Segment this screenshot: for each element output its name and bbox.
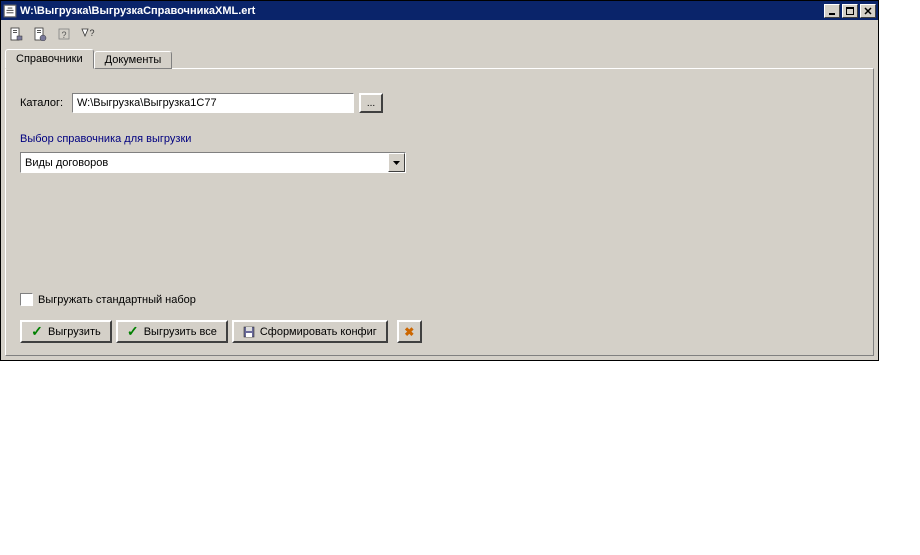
form-config-button-label: Сформировать конфиг [260,326,377,338]
tab-panel: Каталог: ... Выбор справочника для выгру… [5,68,874,356]
chevron-down-icon [393,161,400,165]
browse-button[interactable]: ... [359,93,383,113]
catalog-row: Каталог: ... [20,93,859,113]
export-all-button[interactable]: ✓ Выгрузить все [116,320,228,343]
titlebar: W:\Выгрузка\ВыгрузкаСправочникаXML.ert [1,1,878,20]
export-button[interactable]: ✓ Выгрузить [20,320,112,343]
toolbar: ? ? [1,20,878,48]
window-title: W:\Выгрузка\ВыгрузкаСправочникаXML.ert [20,5,822,17]
minimize-button[interactable] [824,4,840,18]
catalog-label: Каталог: [20,97,72,109]
standard-set-checkbox[interactable] [20,293,33,306]
form-config-button[interactable]: Сформировать конфиг [232,320,388,343]
app-window: W:\Выгрузка\ВыгрузкаСправочникаXML.ert ?… [0,0,879,361]
form-alt-icon[interactable] [31,25,49,43]
export-button-label: Выгрузить [48,326,101,338]
svg-text:?: ? [61,30,66,40]
close-button[interactable] [860,4,876,18]
export-all-button-label: Выгрузить все [144,326,217,338]
checkbox-row: Выгружать стандартный набор [20,293,859,306]
section-title: Выбор справочника для выгрузки [20,133,859,145]
catalog-input[interactable] [72,93,354,113]
tab-references[interactable]: Справочники [5,49,94,69]
reference-combo-text[interactable] [21,153,388,172]
app-icon [3,4,17,18]
action-row: ✓ Выгрузить ✓ Выгрузить все Сформировать… [20,320,859,343]
form-icon[interactable] [7,25,25,43]
svg-text:?: ? [89,28,94,38]
reference-combo[interactable] [20,152,406,173]
context-help-icon[interactable]: ? [79,25,97,43]
standard-set-label: Выгружать стандартный набор [38,294,196,306]
close-action-button[interactable]: ✖ [397,320,422,343]
tab-documents[interactable]: Документы [94,51,173,69]
check-icon: ✓ [127,326,139,338]
check-icon: ✓ [31,326,43,338]
help-icon[interactable]: ? [55,25,73,43]
disk-icon [243,326,255,338]
window-controls [822,4,876,18]
combo-dropdown-button[interactable] [388,153,405,172]
close-icon: ✖ [404,325,414,339]
tab-strip: Справочники Документы [1,49,878,69]
maximize-button[interactable] [842,4,858,18]
